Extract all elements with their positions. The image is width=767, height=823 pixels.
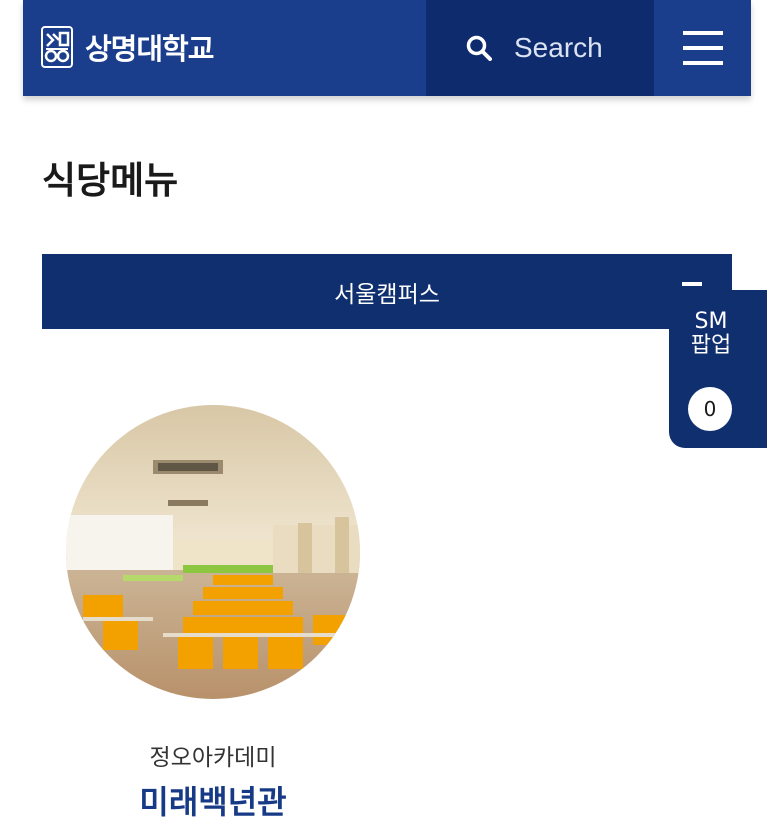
university-seal-icon <box>41 26 73 68</box>
sm-popup-label: SM 팝업 <box>669 310 753 358</box>
logo[interactable]: 상명대학교 <box>41 26 214 68</box>
hamburger-menu-icon <box>682 31 723 65</box>
restaurant-card[interactable]: 정오아카데미 미래백년관 <box>63 405 363 821</box>
cafeteria-photo <box>66 405 360 699</box>
menu-button[interactable] <box>654 0 751 96</box>
campus-selected-label: 서울캠퍼스 <box>334 281 440 308</box>
search-icon <box>466 35 492 61</box>
chevron-down-icon <box>682 282 702 286</box>
page-title: 식당메뉴 <box>42 159 179 202</box>
sm-popup-label-line2: 팝업 <box>690 333 732 358</box>
search-button[interactable]: Search <box>426 0 654 96</box>
logo-text: 상명대학교 <box>85 32 214 66</box>
sm-popup-label-line1: SM <box>694 309 728 334</box>
top-header: 상명대학교 Search <box>23 0 751 96</box>
sm-popup-count-badge: 0 <box>688 387 732 431</box>
restaurant-subtitle: 정오아카데미 <box>149 745 277 771</box>
search-label: Search <box>514 32 603 63</box>
restaurant-name: 미래백년관 <box>139 783 287 821</box>
campus-dropdown[interactable]: 서울캠퍼스 <box>42 254 732 329</box>
